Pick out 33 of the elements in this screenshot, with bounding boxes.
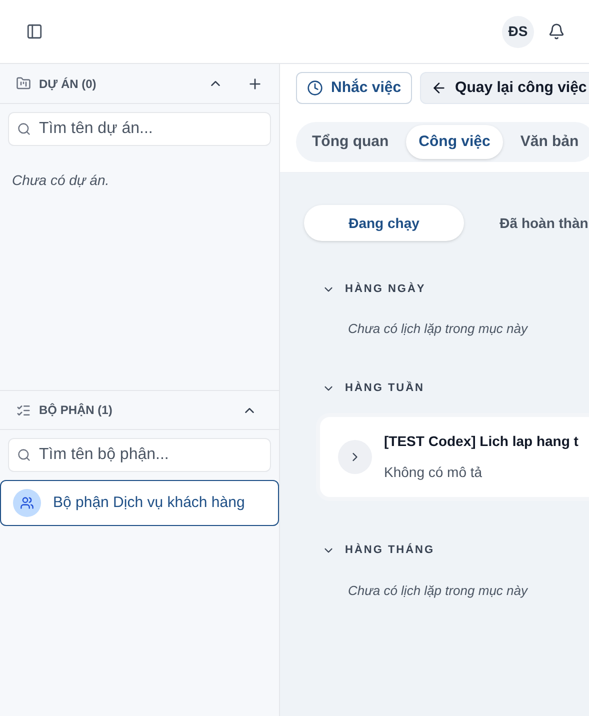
- clock-icon: [307, 80, 323, 96]
- group-header[interactable]: HÀNG NGÀY: [304, 279, 589, 299]
- reminder-button[interactable]: Nhắc việc: [296, 72, 412, 104]
- tab[interactable]: Tổng quan: [299, 125, 402, 159]
- notification-icon[interactable]: [548, 23, 565, 40]
- checklist-icon: [16, 402, 31, 418]
- sidebar-toggle-icon[interactable]: [26, 23, 43, 40]
- search-field[interactable]: Tìm tên dự án...: [8, 112, 271, 146]
- users-icon: [13, 489, 41, 517]
- status-tab[interactable]: Đã hoàn thàn: [464, 205, 589, 241]
- search-icon: [17, 448, 31, 462]
- status-tab[interactable]: Đang chạy: [304, 205, 464, 241]
- search-field[interactable]: Tìm tên bộ phận...: [8, 438, 271, 472]
- schedule-card[interactable]: [TEST Codex] Lich lap hang t Không có mô tả: [316, 412, 589, 500]
- search-input[interactable]: Tìm tên bộ phận...: [39, 443, 262, 467]
- tab[interactable]: Công việc: [406, 125, 504, 159]
- back-button[interactable]: Quay lại công việc: [420, 72, 589, 104]
- user-avatar[interactable]: ĐS: [502, 16, 534, 48]
- folder-icon: [16, 76, 31, 91]
- schedule-description: Không có mô tả: [384, 462, 484, 482]
- department-item[interactable]: Bộ phận Dịch vụ khách hàng: [0, 480, 279, 526]
- search-icon: [17, 122, 31, 136]
- tab[interactable]: Văn bản: [507, 125, 589, 159]
- group-header[interactable]: HÀNG TUẦN: [304, 378, 589, 398]
- section-title: BỘ PHẬN (1): [39, 402, 114, 419]
- group-header[interactable]: HÀNG THÁNG: [304, 540, 589, 560]
- empty-message: Chưa có lịch lặp trong mục này: [347, 582, 529, 600]
- search-input[interactable]: Tìm tên dự án...: [39, 117, 262, 141]
- schedule-title: [TEST Codex] Lich lap hang t: [384, 432, 578, 451]
- add-icon[interactable]: [247, 76, 263, 92]
- empty-message: Chưa có dự án.: [11, 171, 110, 190]
- section-title: DỰ ÁN (0): [39, 76, 98, 92]
- empty-message: Chưa có lịch lặp trong mục này: [347, 320, 529, 338]
